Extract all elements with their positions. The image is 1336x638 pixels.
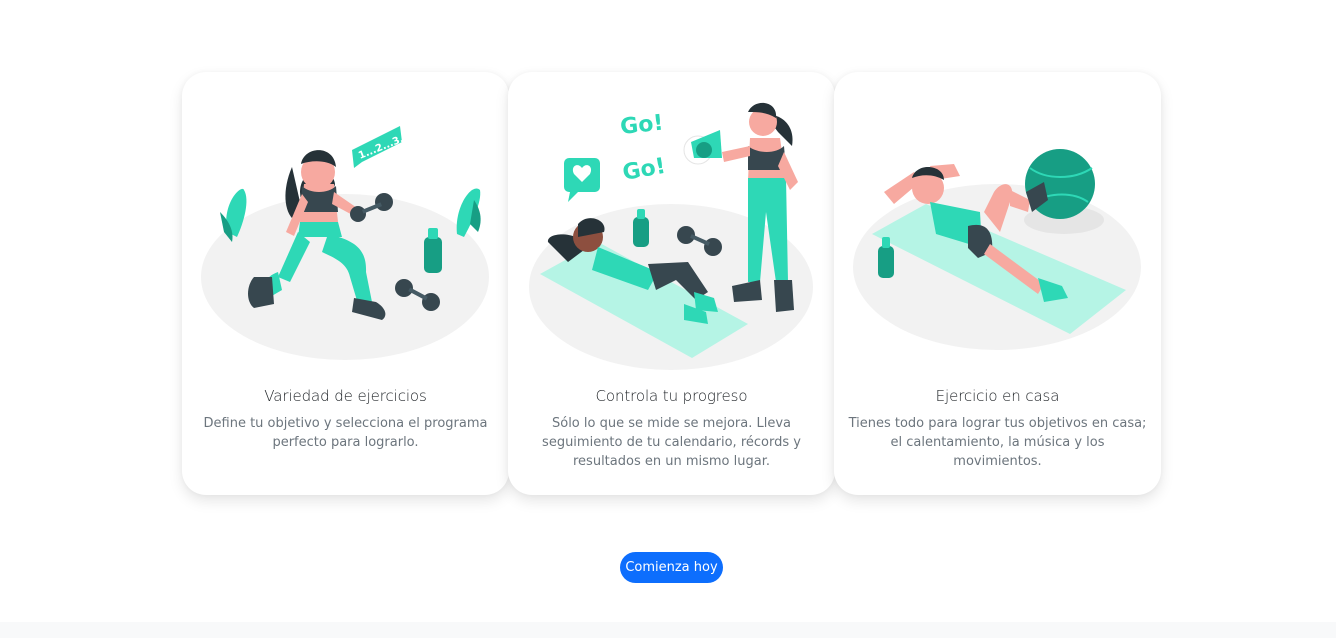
feature-card-progress: Go! Go! Controla tu progreso Sólo lo que… <box>508 72 835 495</box>
man-crunches-ball-illustration <box>853 149 1141 350</box>
feature-title: Variedad de ejercicios <box>264 387 427 405</box>
start-today-button[interactable]: Comienza hoy <box>620 552 723 583</box>
feature-title: Ejercicio en casa <box>935 387 1060 405</box>
go-text-top: Go! <box>619 111 665 140</box>
footer-strip <box>0 622 1336 638</box>
woman-lunge-dumbbell-illustration: 1...2...3... <box>201 126 489 360</box>
feature-description: Sólo lo que se mide se mejora. Lleva seg… <box>542 416 801 469</box>
feature-cards: 1...2...3... Variedad de ejercicios Defi… <box>182 72 1162 495</box>
feature-card-home: Ejercicio en casa Tienes todo para logra… <box>834 72 1161 495</box>
feature-description: Tienes todo para lograr tus objetivos en… <box>848 416 1147 469</box>
feature-description: Define tu objetivo y selecciona el progr… <box>203 416 488 450</box>
feature-title: Controla tu progreso <box>595 387 748 405</box>
coach-megaphone-situps-illustration: Go! Go! <box>529 102 813 370</box>
go-text-bottom: Go! <box>621 154 668 186</box>
feature-card-variety: 1...2...3... Variedad de ejercicios Defi… <box>182 72 509 495</box>
